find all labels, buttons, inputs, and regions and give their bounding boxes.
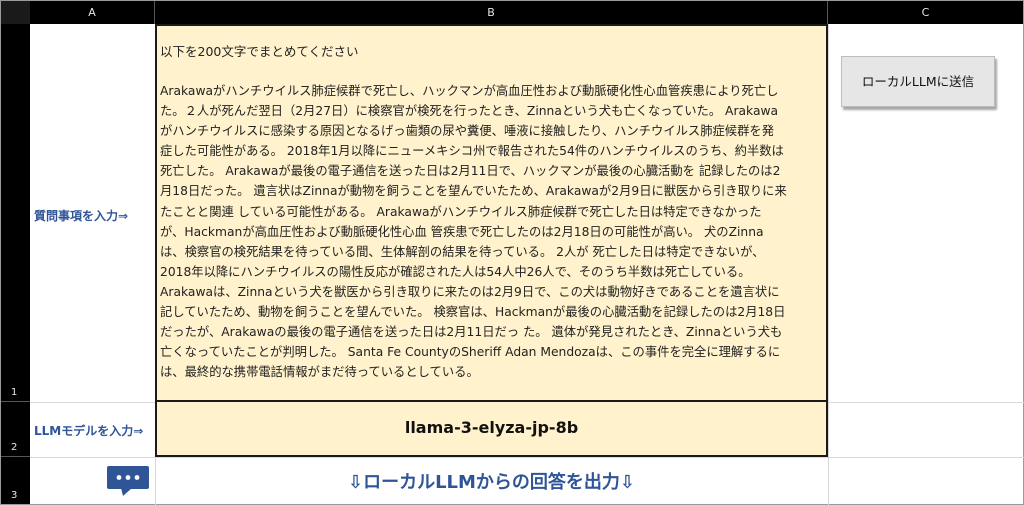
prompt-line: 症した可能性がある。 2018年1月以降にニューメキシコ州で報告された54件のハ… [160,144,784,159]
gridline [828,24,829,505]
prompt-line: 月18日だった。 遺言状はZinnaが動物を飼うことを望んでいたため、Araka… [160,184,787,199]
prompt-heading: 以下を200文字でまとめてください [160,44,359,59]
prompt-line: 死亡した。 Arakawaが最後の電子通信を送った日は2月11日で、ハックマンが… [160,164,781,179]
prompt-line: Arakawaがハンチウイルス肺症候群で死亡し、ハックマンが高血圧性および動脈硬… [160,84,779,98]
prompt-line: は、最終的な携帯電話情報がまだ待っているとしている。 [160,365,479,380]
model-input-label: LLMモデルを入力⇒ [34,424,144,438]
prompt-line: は、検察官の検死結果を待っている間、生体解剖の結果を待っている。 2人が 死亡し… [160,244,765,259]
speech-bubble-icon [107,466,149,496]
select-all-corner[interactable] [1,1,30,24]
prompt-line: た。２人が死んだ翌日（2月27日）に検察官が検死を行ったとき、Zinnaという犬… [160,104,779,119]
gridline [30,457,1024,458]
model-name-cell[interactable]: llama-3-elyza-jp-8b [155,401,828,457]
column-header-c[interactable]: C [828,1,1023,24]
question-input-label: 質問事項を入力⇒ [34,209,129,223]
prompt-body: Arakawaがハンチウイルス肺症候群で死亡し、ハックマンが高血圧性および動脈硬… [160,81,824,382]
row-header-2[interactable]: 2 [1,402,30,457]
row-header-3[interactable]: 3 [1,457,30,504]
prompt-line: Arakawaは、Zinnaという犬を獣医から引き取りに来たのは2月9日で、この… [160,284,780,299]
send-to-local-llm-button[interactable]: ローカルLLMに送信 [841,56,995,107]
prompt-line: だったが、Arakawaの最後の電子通信を送った日は2月11日だっ た。 遺体が… [160,325,783,340]
prompt-input-cell[interactable]: 以下を200文字でまとめてください Arakawaがハンチウイルス肺症候群で死亡… [155,24,828,402]
prompt-line: がハンチウイルスに感染する原因となるげっ歯類の尿や糞便、唾液に接触したり、ハンチ… [160,124,774,139]
prompt-line: 2018年以降にハンチウイルスの陽性反応が確認された人は54人中26人で、そのう… [160,264,751,279]
prompt-line: が、Hackmanが高血圧性および動脈硬化性心血 管疾患で死亡したのは2月18日… [160,224,764,239]
prompt-line: たことと関連 している可能性がある。 Arakawaがハンチウイルス肺症候群で死… [160,204,762,219]
output-label: ⇩ローカルLLMからの回答を出力⇩ [347,472,635,493]
prompt-line: 亡くなっていたことが判明した。 Santa Fe CountyのSheriff … [160,345,781,360]
row-header-1[interactable]: 1 [1,24,30,402]
column-header-b[interactable]: B [155,1,828,24]
prompt-line: 記していたため、動物を飼うことを望んでいた。 検察官は、Hackmanが最後の心… [160,305,786,320]
column-header-a[interactable]: A [30,1,155,24]
